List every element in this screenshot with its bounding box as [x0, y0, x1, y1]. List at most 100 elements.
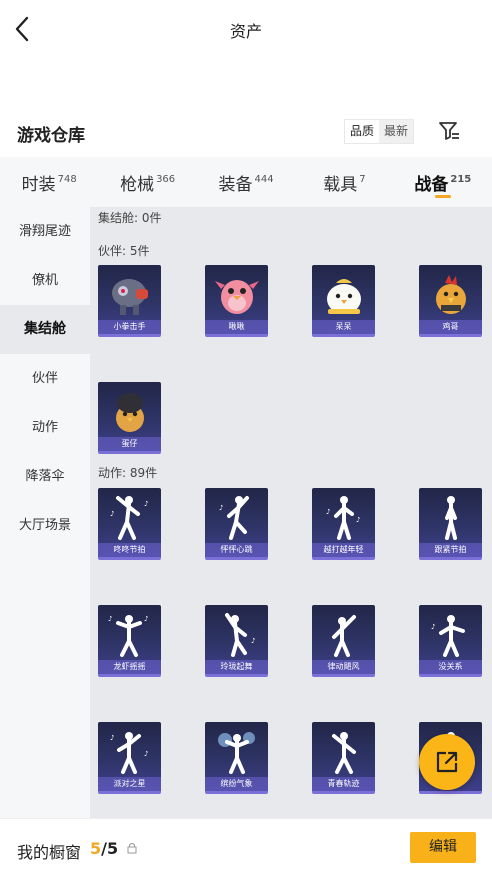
item-name: 小拳击手	[98, 320, 161, 334]
sidebar-item-lobby-scene[interactable]: 大厅场景	[0, 501, 90, 550]
emote-card[interactable]: ♪ ♪ 龙虾摇摇	[98, 605, 161, 677]
emote-card[interactable]: ♪ 怦怦心跳	[205, 488, 268, 560]
svg-text:♪: ♪	[144, 500, 148, 508]
dance-pose-icon: ♪	[431, 615, 465, 657]
svg-text:♪: ♪	[144, 615, 148, 623]
dance-pose-icon: ♪	[219, 496, 249, 540]
top-bar: 资产	[0, 0, 492, 58]
sort-quality-button[interactable]: 品质	[345, 120, 380, 143]
sort-toggle: 品质 最新	[344, 119, 415, 144]
tab-equipment[interactable]: 装备 444	[197, 157, 295, 207]
companion-card[interactable]: 啾啾	[205, 265, 268, 337]
item-name: 蛋仔	[98, 437, 161, 451]
item-name: 龙虾摇摇	[98, 660, 161, 674]
tab-label: 枪械	[120, 175, 155, 195]
dance-pose-icon: ♪♪	[110, 732, 148, 774]
tab-label: 装备	[218, 175, 253, 195]
item-name: 越打越年轻	[312, 543, 375, 557]
sort-latest-button[interactable]: 最新	[379, 120, 414, 143]
boxer-mech-icon	[112, 279, 148, 315]
filter-icon	[439, 122, 459, 140]
svg-text:♪: ♪	[431, 623, 435, 631]
emote-card[interactable]: ♪ ♪ 越打越年轻	[312, 488, 375, 560]
tab-count: 215	[450, 174, 472, 185]
svg-text:♪: ♪	[356, 516, 360, 524]
sidebar-item-wingman[interactable]: 僚机	[0, 256, 90, 305]
emote-card[interactable]: 青春轨迹	[312, 722, 375, 794]
dance-pose-icon: ♪♪	[326, 496, 360, 540]
svg-text:♪: ♪	[110, 510, 114, 518]
dance-pose-icon: ♪	[225, 613, 255, 657]
dance-pose-icon	[332, 615, 356, 657]
item-name: 玲珑起舞	[205, 660, 268, 674]
dance-pose-icon: ♪♪	[110, 496, 148, 540]
emote-card[interactable]: ♪ ♪ 咚咚节拍	[98, 488, 161, 560]
sidebar-item-companion[interactable]: 伙伴	[0, 354, 90, 403]
egg-bird-icon	[116, 393, 144, 432]
tab-indicator	[434, 195, 451, 198]
tab-count: 748	[57, 174, 77, 185]
emote-card[interactable]: ♪ ♪ 派对之星	[98, 722, 161, 794]
companion-card[interactable]: 呆呆	[312, 265, 375, 337]
svg-text:♪: ♪	[219, 504, 223, 512]
category-tabs: 时装 748 枪械 366 装备 444 载具 7 战备 215	[0, 157, 492, 207]
svg-text:♪: ♪	[251, 637, 255, 645]
pink-bird-icon	[215, 280, 259, 314]
emote-card[interactable]: ♪ 玲珑起舞	[205, 605, 268, 677]
tab-vehicles[interactable]: 载具 7	[295, 157, 393, 207]
item-name: 啾啾	[205, 320, 268, 334]
emote-card[interactable]: 跟紧节拍	[419, 488, 482, 560]
companion-card[interactable]: 蛋仔	[98, 382, 161, 454]
dance-pose-icon	[445, 496, 457, 540]
tab-count: 366	[156, 174, 176, 185]
share-button[interactable]	[419, 734, 475, 790]
tab-count: 444	[254, 174, 274, 185]
item-name: 咚咚节拍	[98, 543, 161, 557]
item-name: 派对之星	[98, 777, 161, 791]
item-name: 律动飓风	[312, 660, 375, 674]
pod-count-label: 集结舱: 0件	[98, 211, 162, 225]
tab-fashion[interactable]: 时装 748	[0, 157, 98, 207]
showcase-total: /5	[101, 839, 119, 858]
filter-button[interactable]	[437, 119, 461, 143]
sidebar-item-emote[interactable]: 动作	[0, 403, 90, 452]
svg-text:♪: ♪	[110, 734, 114, 742]
item-name: 缤纷气象	[205, 777, 268, 791]
edit-button[interactable]: 编辑	[410, 832, 476, 863]
svg-text:♪: ♪	[326, 508, 330, 516]
emote-card[interactable]: ♪ 没关系	[419, 605, 482, 677]
item-name: 呆呆	[312, 320, 375, 334]
tab-label: 时装	[21, 175, 56, 195]
svg-text:♪: ♪	[144, 750, 148, 758]
svg-text:♪: ♪	[108, 615, 112, 623]
showcase-count: 5/5	[90, 839, 118, 858]
subcategory-sidebar: 滑翔尾迹 僚机 集结舱 伙伴 动作 降落伞 大厅场景	[0, 207, 90, 818]
companion-card[interactable]: 小拳击手	[98, 265, 161, 337]
showcase-current: 5	[90, 839, 102, 858]
item-name: 怦怦心跳	[205, 543, 268, 557]
tab-battle-gear[interactable]: 战备 215	[394, 157, 492, 207]
sidebar-item-parachute[interactable]: 降落伞	[0, 452, 90, 501]
emote-card[interactable]: 律动飓风	[312, 605, 375, 677]
companion-card[interactable]: 鸡哥	[419, 265, 482, 337]
item-grid: 集结舱: 0件 伙伴: 5件 小拳击手 啾啾 呆呆 鸡哥 蛋仔 动作: 89件 …	[90, 207, 492, 818]
sidebar-item-glide-trail[interactable]: 滑翔尾迹	[0, 207, 90, 256]
dance-pose-icon	[218, 732, 255, 774]
emote-count-label: 动作: 89件	[98, 466, 158, 480]
warehouse-title: 游戏仓库	[17, 126, 85, 146]
lock-icon	[127, 843, 137, 854]
item-name: 没关系	[419, 660, 482, 674]
sidebar-item-pod[interactable]: 集结舱	[0, 305, 90, 354]
rooster-icon	[436, 275, 466, 314]
tab-guns[interactable]: 枪械 366	[98, 157, 196, 207]
dance-pose-icon	[332, 732, 356, 774]
white-chick-icon	[327, 279, 361, 314]
emote-card[interactable]: 缤纷气象	[205, 722, 268, 794]
item-name: 青春轨迹	[312, 777, 375, 791]
showcase-bar: 我的橱窗 5/5 编辑	[0, 818, 492, 876]
page-title: 资产	[229, 22, 262, 41]
dance-pose-icon: ♪♪	[108, 615, 148, 657]
companion-count-label: 伙伴: 5件	[98, 244, 150, 258]
tab-count: 7	[359, 174, 366, 185]
share-external-icon	[436, 751, 458, 773]
